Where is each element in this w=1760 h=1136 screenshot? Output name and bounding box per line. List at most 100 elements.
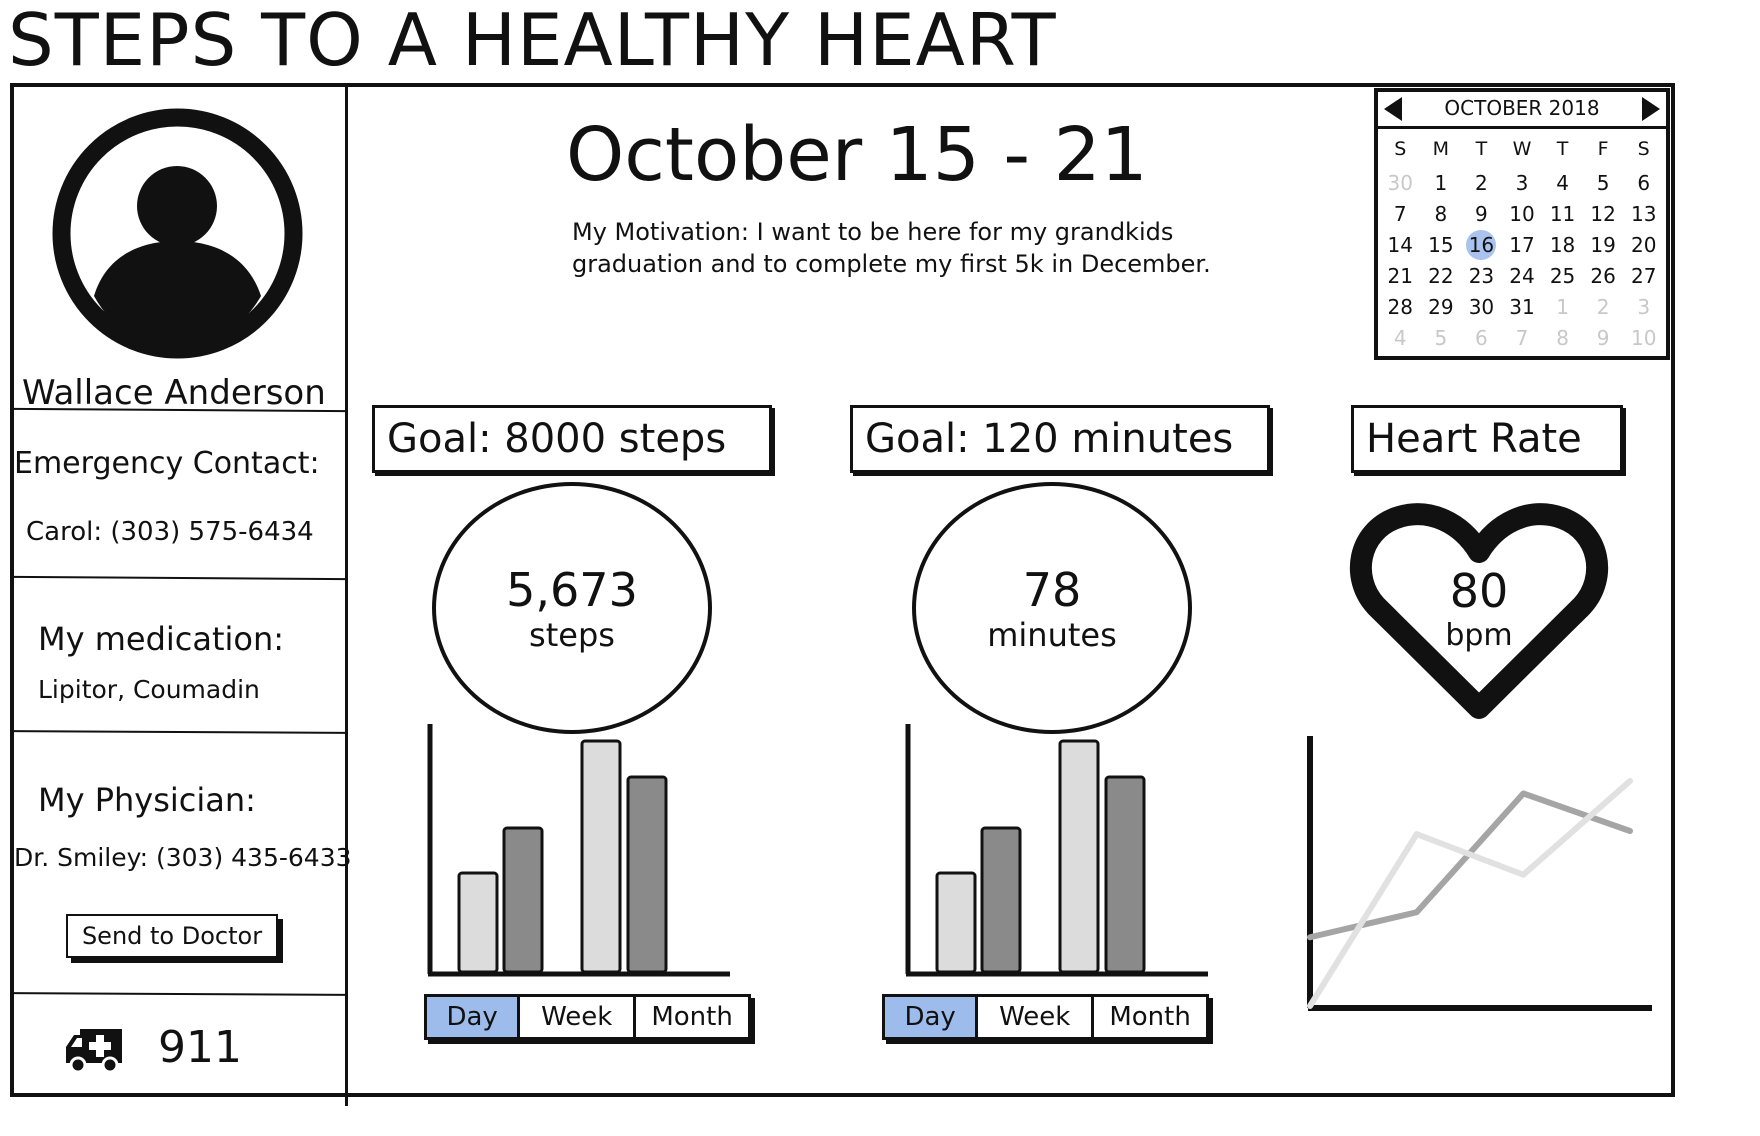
calendar-day[interactable]: 25 <box>1542 261 1583 292</box>
calendar-day[interactable]: 4 <box>1380 323 1421 354</box>
series-line <box>1307 790 1633 941</box>
minutes-unit: minutes <box>987 616 1117 654</box>
calendar-day[interactable]: 5 <box>1421 323 1462 354</box>
tab-month[interactable]: Month <box>1091 997 1206 1037</box>
heart-rate-line-chart <box>1307 736 1652 1011</box>
steps-summary: 5,673 steps <box>432 482 712 734</box>
emergency-contact-label: Emergency Contact: <box>14 446 320 481</box>
calendar-day[interactable]: 19 <box>1583 230 1624 261</box>
minutes-summary: 78 minutes <box>912 482 1192 734</box>
calendar-day[interactable]: 15 <box>1421 230 1462 261</box>
tab-day[interactable]: Day <box>885 997 976 1037</box>
calendar-weekday: S <box>1637 138 1650 160</box>
chart-bar <box>980 826 1022 974</box>
calendar-day[interactable]: 8 <box>1421 199 1462 230</box>
calendar-day[interactable]: 9 <box>1583 323 1624 354</box>
chart-bar <box>1104 775 1146 974</box>
calendar-weekday: F <box>1597 138 1609 160</box>
prev-month-icon[interactable] <box>1384 97 1402 121</box>
steps-value: 5,673 <box>506 563 638 617</box>
tab-week[interactable]: Week <box>517 997 633 1037</box>
calendar-day[interactable]: 24 <box>1502 261 1543 292</box>
calendar-grid: S M T W T F S 30 1 2 3 4 5 6 7 8 9 10 11 12 13 14 15 16 17 18 19 20… <box>1380 134 1664 354</box>
calendar-day[interactable]: 22 <box>1421 261 1462 292</box>
emergency-number[interactable]: 911 <box>158 1022 242 1073</box>
heart-rate-label: Heart Rate <box>1351 405 1623 473</box>
calendar-day[interactable]: 26 <box>1583 261 1624 292</box>
calendar-day[interactable]: 8 <box>1542 323 1583 354</box>
calendar-day[interactable]: 7 <box>1502 323 1543 354</box>
calendar-weekday: S <box>1394 138 1407 160</box>
tab-month[interactable]: Month <box>633 997 748 1037</box>
calendar-day[interactable]: 11 <box>1542 199 1583 230</box>
physician-label: My Physician: <box>38 781 256 819</box>
heart-rate-unit: bpm <box>1445 618 1513 653</box>
calendar-day[interactable]: 1 <box>1421 168 1462 199</box>
calendar-day[interactable]: 2 <box>1461 168 1502 199</box>
calendar-weekday: W <box>1512 138 1532 160</box>
tab-week[interactable]: Week <box>975 997 1091 1037</box>
calendar-day[interactable]: 23 <box>1461 261 1502 292</box>
steps-goal-label: Goal: 8000 steps <box>372 405 772 473</box>
app-title: STEPS TO A HEALTHY HEART <box>8 0 1057 82</box>
calendar-day[interactable]: 10 <box>1502 199 1543 230</box>
minutes-range-tabs: Day Week Month <box>882 994 1209 1040</box>
physician-value: Dr. Smiley: (303) 435-6433 <box>14 843 352 872</box>
calendar-weekday: T <box>1475 138 1488 160</box>
minutes-goal-label: Goal: 120 minutes <box>850 405 1270 473</box>
calendar-weekday: M <box>1432 138 1450 160</box>
calendar-day[interactable]: 7 <box>1380 199 1421 230</box>
calendar-day[interactable]: 27 <box>1623 261 1664 292</box>
calendar-day[interactable]: 30 <box>1461 292 1502 323</box>
calendar-day[interactable]: 28 <box>1380 292 1421 323</box>
chart-bar <box>1058 739 1100 974</box>
calendar-day[interactable]: 4 <box>1542 168 1583 199</box>
calendar-day[interactable]: 30 <box>1380 168 1421 199</box>
calendar-day[interactable]: 3 <box>1502 168 1543 199</box>
emergency-contact-value: Carol: (303) 575-6434 <box>26 517 314 547</box>
week-title: October 15 - 21 <box>566 112 1148 198</box>
calendar-day[interactable]: 14 <box>1380 230 1421 261</box>
calendar-day[interactable]: 6 <box>1623 168 1664 199</box>
calendar-day[interactable]: 12 <box>1583 199 1624 230</box>
calendar-month: OCTOBER 2018 <box>1444 96 1600 120</box>
sidebar-divider <box>345 86 348 1106</box>
user-name: Wallace Anderson <box>22 373 326 413</box>
calendar-day[interactable]: 9 <box>1461 199 1502 230</box>
calendar-day[interactable]: 2 <box>1583 292 1624 323</box>
next-month-icon[interactable] <box>1642 97 1660 121</box>
chart-bar <box>457 871 499 974</box>
send-to-doctor-button[interactable]: Send to Doctor <box>66 914 278 958</box>
calendar-day[interactable]: 6 <box>1461 323 1502 354</box>
calendar-day[interactable]: 16 <box>1461 230 1502 261</box>
minutes-bar-chart <box>905 724 1208 977</box>
calendar-day[interactable]: 31 <box>1502 292 1543 323</box>
motivation-text: My Motivation: I want to be here for my … <box>572 216 1212 280</box>
calendar-day[interactable]: 21 <box>1380 261 1421 292</box>
calendar-weekday: T <box>1556 138 1569 160</box>
ambulance-icon[interactable] <box>62 1025 128 1075</box>
calendar-day[interactable]: 20 <box>1623 230 1664 261</box>
calendar-day[interactable]: 13 <box>1623 199 1664 230</box>
tab-day[interactable]: Day <box>427 997 518 1037</box>
chart-bar <box>626 775 668 974</box>
calendar-header: OCTOBER 2018 <box>1378 92 1666 129</box>
calendar-day[interactable]: 18 <box>1542 230 1583 261</box>
medication-label: My medication: <box>38 620 285 658</box>
calendar-day[interactable]: 10 <box>1623 323 1664 354</box>
calendar-day[interactable]: 17 <box>1502 230 1543 261</box>
minutes-value: 78 <box>1022 563 1082 617</box>
chart-bar <box>502 826 544 974</box>
calendar-day[interactable]: 3 <box>1623 292 1664 323</box>
medication-value: Lipitor, Coumadin <box>38 675 260 704</box>
chart-bar <box>580 739 622 974</box>
steps-unit: steps <box>529 616 615 654</box>
calendar-day[interactable]: 1 <box>1542 292 1583 323</box>
calendar-day[interactable]: 29 <box>1421 292 1462 323</box>
calendar: OCTOBER 2018 S M T W T F S 30 1 2 3 4 5 6 7 8 9 10 11 12 13 1… <box>1374 88 1670 360</box>
motivation-line: graduation and to complete my first 5k i… <box>572 250 1211 278</box>
calendar-day[interactable]: 5 <box>1583 168 1624 199</box>
chart-bar <box>935 871 977 974</box>
motivation-line: My Motivation: I want to be here for my … <box>572 218 1174 246</box>
steps-range-tabs: Day Week Month <box>424 994 751 1040</box>
